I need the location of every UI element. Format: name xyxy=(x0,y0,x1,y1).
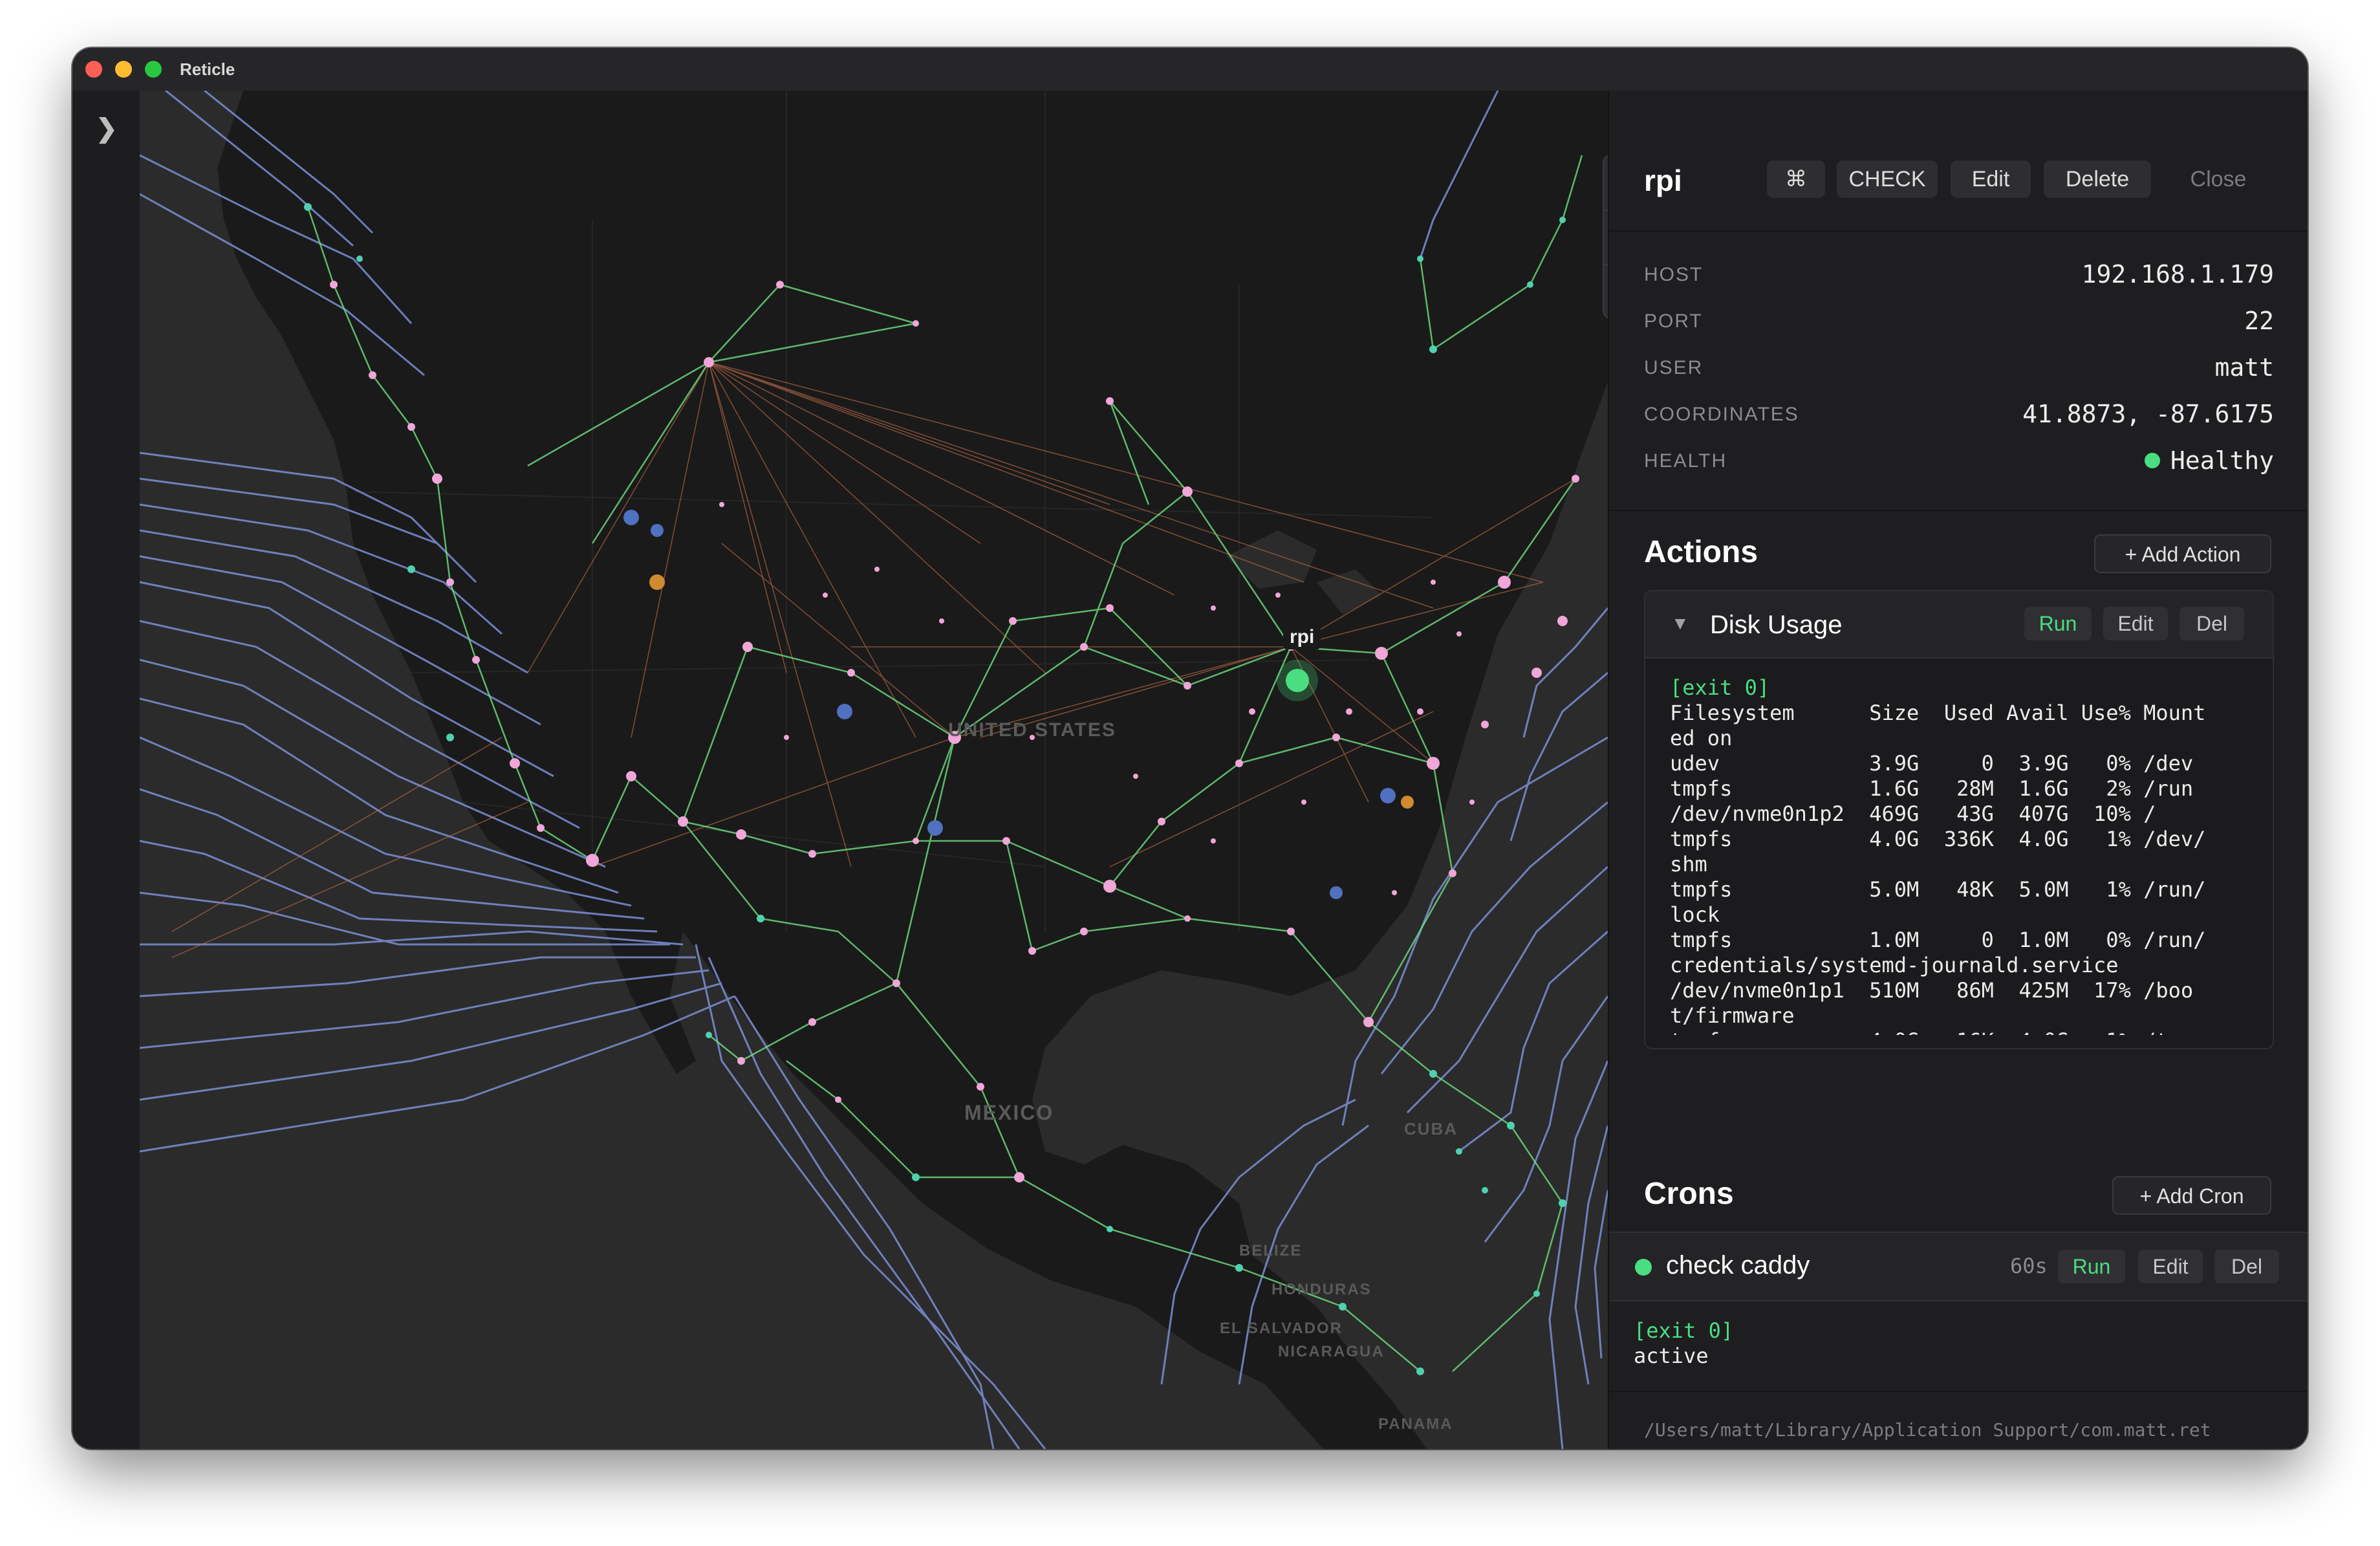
map-canvas[interactable] xyxy=(140,91,1608,1449)
health-value: Healthy xyxy=(2170,446,2274,475)
run-cron-button[interactable]: Run xyxy=(2058,1250,2125,1283)
edit-action-button[interactable]: Edit xyxy=(2103,607,2168,640)
cron-output-text: active xyxy=(1634,1344,1709,1368)
action-output: [exit 0] Filesystem Size Used Avail Use%… xyxy=(1670,675,2265,1035)
delete-action-button[interactable]: Del xyxy=(2180,607,2244,640)
chevron-down-icon[interactable]: ▼ xyxy=(1671,613,1689,634)
close-panel-button[interactable]: Close xyxy=(2163,160,2274,198)
map-label-el-salvador: EL SALVADOR xyxy=(1220,1320,1343,1337)
actions-heading: Actions xyxy=(1644,535,1758,569)
host-detail-panel: rpi ⌘ CHECK Edit Delete Close HOST 192.1… xyxy=(1608,91,2308,1449)
config-path: /Users/matt/Library/Application Support/… xyxy=(1644,1419,2211,1449)
host-value: 192.168.1.179 xyxy=(2081,260,2274,289)
output-text: Filesystem Size Used Avail Use% Mount ed… xyxy=(1670,701,2206,1035)
action-card-disk-usage: ▼ Disk Usage Run Edit Del [exit 0] Files… xyxy=(1644,590,2274,1049)
user-value: matt xyxy=(2214,353,2274,382)
network-map[interactable]: UNITED STATES MEXICO CUBA BELIZE HONDURA… xyxy=(140,91,1608,1449)
minimize-window-button[interactable] xyxy=(115,61,132,78)
add-cron-button[interactable]: + Add Cron xyxy=(2112,1176,2271,1215)
add-action-button[interactable]: + Add Action xyxy=(2094,534,2271,573)
command-button[interactable]: ⌘ xyxy=(1767,160,1825,198)
maximize-window-button[interactable] xyxy=(145,61,162,78)
crons-heading: Crons xyxy=(1644,1177,1734,1211)
app-window: Reticle ❯ UNITED STATES MEXICO CUBA BELI… xyxy=(72,48,2308,1449)
cron-status-icon xyxy=(1635,1259,1652,1276)
edit-host-button[interactable]: Edit xyxy=(1951,160,2031,198)
port-value: 22 xyxy=(2244,307,2274,335)
check-button[interactable]: CHECK xyxy=(1837,160,1938,198)
map-label-mexico: MEXICO xyxy=(964,1101,1054,1124)
title-bar: Reticle xyxy=(72,48,2308,92)
cron-row-check-caddy[interactable]: check caddy 60s Run Edit Del xyxy=(1609,1232,2308,1301)
map-label-cuba: CUBA xyxy=(1404,1119,1458,1138)
map-node-label-rpi: rpi xyxy=(1283,625,1321,649)
divider xyxy=(1609,510,2308,511)
action-header[interactable]: ▼ Disk Usage Run Edit Del xyxy=(1645,591,2273,659)
health-indicator-icon xyxy=(2144,452,2160,468)
cron-name: check caddy xyxy=(1666,1251,1810,1279)
exit-status: [exit 0] xyxy=(1670,675,1770,700)
coordinates-value: 41.8873, -87.6175 xyxy=(2022,400,2274,428)
port-label: PORT xyxy=(1644,310,1703,332)
map-label-nicaragua: NICARAGUA xyxy=(1278,1343,1385,1360)
edit-cron-button[interactable]: Edit xyxy=(2138,1250,2203,1283)
divider xyxy=(1609,230,2308,232)
coordinates-label: COORDINATES xyxy=(1644,404,1799,425)
map-label-honduras: HONDURAS xyxy=(1271,1281,1372,1298)
zoom-control: + − ▲ xyxy=(1603,154,1608,320)
map-label-belize: BELIZE xyxy=(1239,1242,1303,1259)
cron-interval: 60s xyxy=(2010,1254,2048,1278)
divider xyxy=(1609,1391,2308,1392)
map-label-united-states: UNITED STATES xyxy=(948,719,1116,741)
window-title: Reticle xyxy=(180,60,235,79)
health-status: Healthy xyxy=(2144,446,2274,475)
sidebar: ❯ xyxy=(72,91,141,1449)
action-name: Disk Usage xyxy=(1710,611,1843,639)
cron-output: [exit 0] active xyxy=(1634,1318,1733,1369)
run-action-button[interactable]: Run xyxy=(2024,607,2092,640)
chevron-right-icon[interactable]: ❯ xyxy=(96,114,118,144)
host-label: HOST xyxy=(1644,264,1704,285)
delete-cron-button[interactable]: Del xyxy=(2214,1250,2279,1283)
close-window-button[interactable] xyxy=(85,61,102,78)
delete-host-button[interactable]: Delete xyxy=(2044,160,2151,198)
user-label: USER xyxy=(1644,357,1704,378)
health-label: HEALTH xyxy=(1644,450,1727,472)
cron-exit-status: [exit 0] xyxy=(1634,1318,1734,1343)
map-label-panama: PANAMA xyxy=(1378,1415,1453,1433)
host-title: rpi xyxy=(1644,164,1682,197)
